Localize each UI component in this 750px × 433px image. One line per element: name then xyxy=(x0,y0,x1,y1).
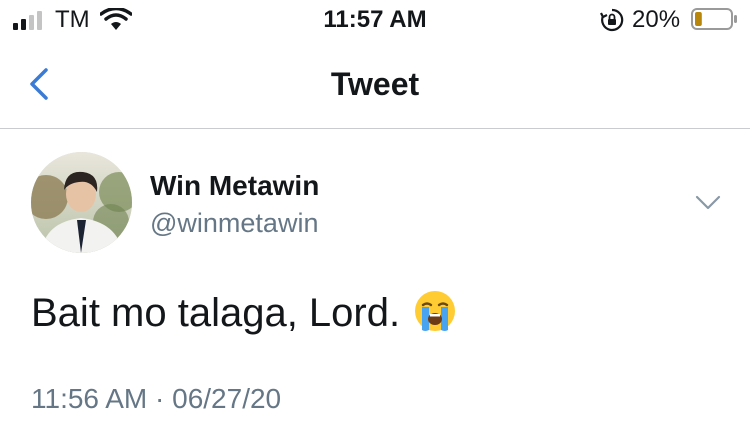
chevron-down-icon xyxy=(695,195,721,210)
avatar[interactable] xyxy=(31,152,132,253)
loudly-crying-face-icon xyxy=(415,291,456,331)
meta-separator: · xyxy=(155,383,165,414)
rotation-lock-icon xyxy=(600,8,624,32)
nav-bar: Tweet xyxy=(0,40,750,129)
tweet-date: 06/27/20 xyxy=(172,383,282,414)
tweet-text-content: Bait mo talaga, Lord. xyxy=(31,291,401,335)
battery-percent: 20% xyxy=(632,6,681,33)
user-handle[interactable]: @winmetawin xyxy=(150,208,318,239)
battery-icon xyxy=(691,8,737,30)
display-name[interactable]: Win Metawin xyxy=(150,170,319,202)
tweet-timestamp: 11:56 AM · 06/27/20 xyxy=(31,383,281,415)
page-title: Tweet xyxy=(330,66,420,102)
tweet-text: Bait mo talaga, Lord. xyxy=(31,290,456,336)
tweet-time: 11:56 AM xyxy=(31,383,148,414)
status-bar: TM 11:57 AM 20% xyxy=(0,0,750,40)
more-options-button[interactable] xyxy=(694,191,722,213)
avatar-photo xyxy=(31,152,132,253)
